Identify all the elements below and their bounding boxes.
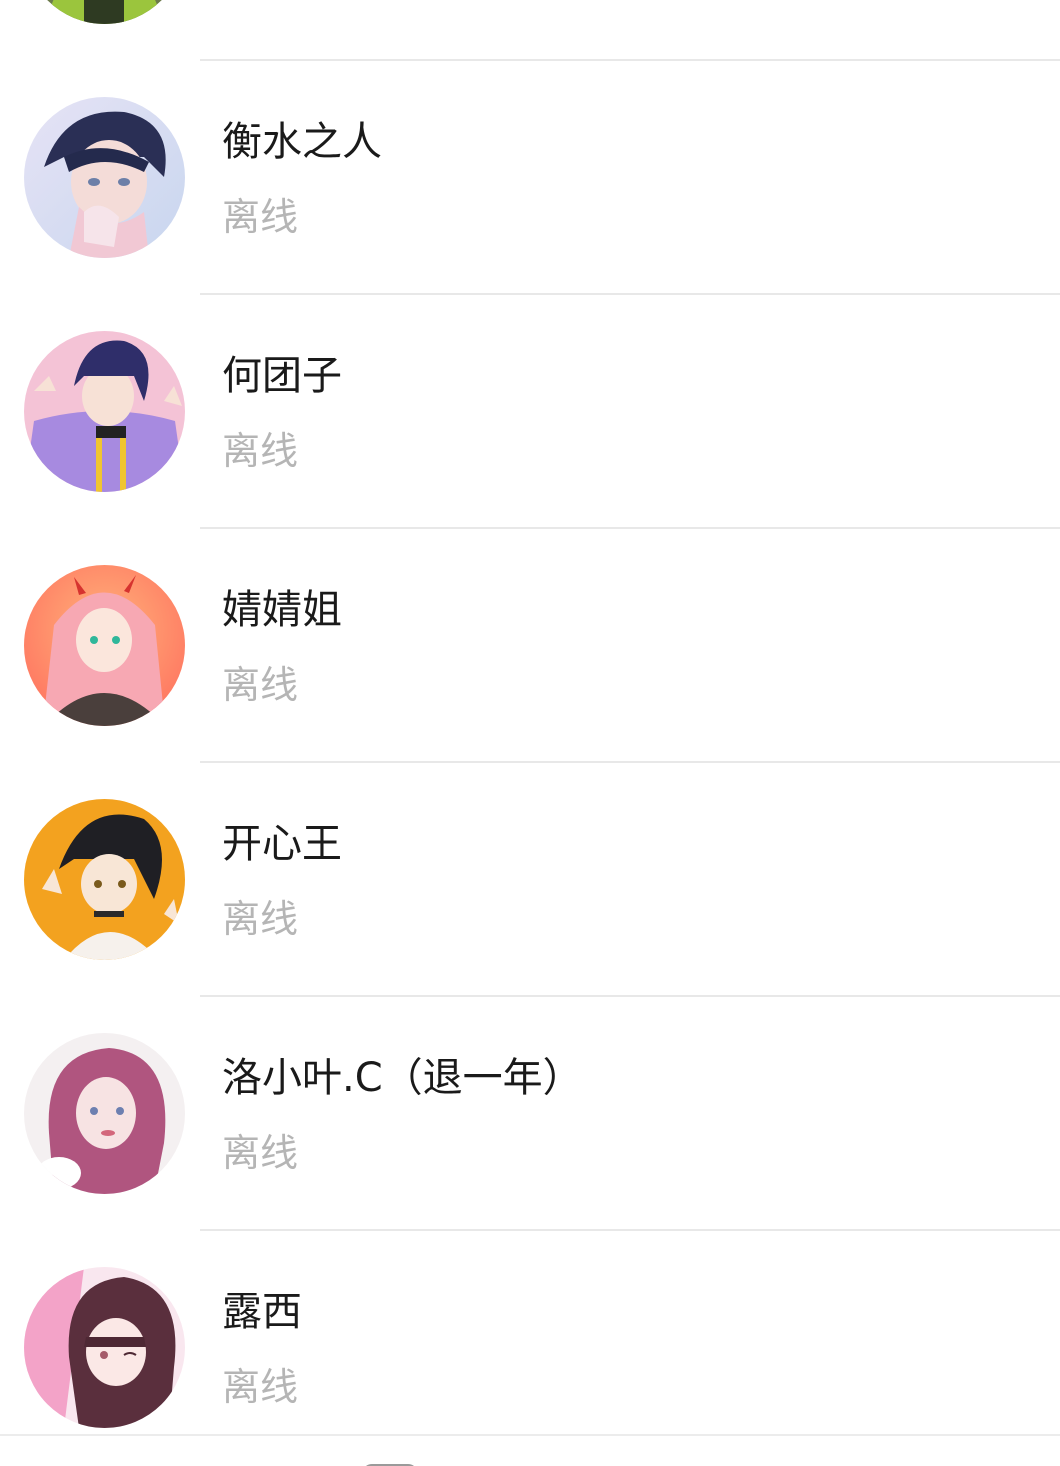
contact-name: 婧婧姐	[222, 587, 342, 633]
tab-icon-1[interactable]	[360, 1460, 420, 1466]
avatar[interactable]	[24, 1267, 185, 1428]
contact-row[interactable]: 何团子 离线	[0, 234, 1060, 529]
contact-row[interactable]: 婧婧姐 离线	[0, 468, 1060, 763]
contact-name: 何团子	[222, 353, 342, 399]
contact-name: 开心王	[222, 821, 342, 867]
contact-row[interactable]: 衡水之人 离线	[0, 0, 1060, 295]
contact-name: 衡水之人	[222, 119, 382, 165]
contact-status: 离线	[222, 1365, 299, 1409]
tab-icon-2[interactable]	[630, 1460, 690, 1466]
contact-list-screen: 离线 衡水之人 离线	[0, 0, 1060, 1466]
contact-row[interactable]: 露西 离线	[0, 1170, 1060, 1428]
anime-avatar-icon	[24, 1267, 185, 1428]
tab-icon-3[interactable]	[900, 1460, 960, 1466]
contact-name: 洛小叶.C（退一年）	[222, 1055, 583, 1101]
bottom-tab-bar	[0, 1434, 1060, 1466]
contact-row[interactable]: 开心王 离线	[0, 702, 1060, 997]
contact-name: 露西	[222, 1289, 302, 1335]
contact-row[interactable]: 洛小叶.C（退一年） 离线	[0, 936, 1060, 1231]
